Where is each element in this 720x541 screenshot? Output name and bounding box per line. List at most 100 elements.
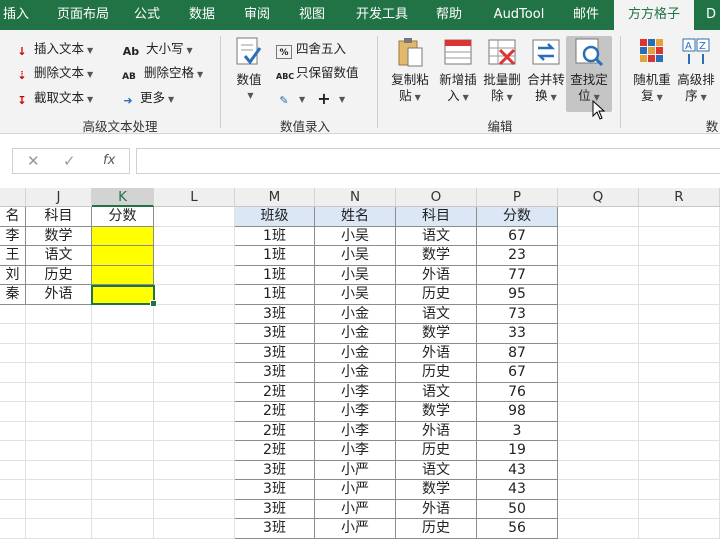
left-table-cell[interactable]: 数学	[26, 226, 92, 246]
right-table-cell[interactable]: 外语	[396, 499, 477, 519]
empty-cell[interactable]	[154, 285, 235, 305]
tab-page-layout[interactable]: 页面布局	[44, 0, 122, 30]
empty-cell[interactable]	[154, 519, 235, 539]
right-table-cell[interactable]: 历史	[396, 285, 477, 305]
right-table-cell[interactable]: 73	[477, 304, 558, 324]
right-table-cell[interactable]: 2班	[235, 382, 315, 402]
empty-cell[interactable]	[558, 441, 639, 461]
column-header-p[interactable]: P	[477, 188, 558, 207]
empty-cell[interactable]	[558, 402, 639, 422]
empty-cell[interactable]	[92, 460, 154, 480]
right-table-header-cell[interactable]: 班级	[235, 207, 315, 227]
right-table-cell[interactable]: 2班	[235, 441, 315, 461]
right-table-cell[interactable]: 3班	[235, 480, 315, 500]
delete-text-button[interactable]: ⇣ 删除文本 ▼	[14, 62, 93, 84]
column-header-n[interactable]: N	[315, 188, 396, 207]
tab-data[interactable]: 数据	[180, 0, 224, 30]
right-table-cell[interactable]: 小金	[315, 343, 396, 363]
empty-cell[interactable]	[639, 421, 720, 441]
keep-numbers-button[interactable]: ABC 只保留数值	[276, 62, 359, 84]
tab-mail[interactable]: 邮件	[566, 0, 606, 30]
add-button[interactable]: + ▼	[316, 87, 345, 109]
right-table-cell[interactable]: 语文	[396, 226, 477, 246]
right-table-cell[interactable]: 3	[477, 421, 558, 441]
right-table-cell[interactable]: 小李	[315, 441, 396, 461]
empty-cell[interactable]	[154, 304, 235, 324]
cancel-icon[interactable]: ✕	[27, 152, 40, 170]
empty-cell[interactable]	[0, 402, 26, 422]
right-table-cell[interactable]: 小严	[315, 499, 396, 519]
cut-text-button[interactable]: ↧ 截取文本 ▼	[14, 87, 93, 109]
empty-cell[interactable]	[154, 246, 235, 266]
right-table-cell[interactable]: 外语	[396, 265, 477, 285]
right-table-cell[interactable]: 2班	[235, 402, 315, 422]
right-table-cell[interactable]: 67	[477, 226, 558, 246]
empty-cell[interactable]	[154, 480, 235, 500]
empty-cell[interactable]	[154, 499, 235, 519]
empty-cell[interactable]	[26, 499, 92, 519]
empty-cell[interactable]	[558, 382, 639, 402]
empty-cell[interactable]	[639, 402, 720, 422]
tab-developer[interactable]: 开发工具	[346, 0, 418, 30]
empty-cell[interactable]	[26, 382, 92, 402]
empty-cell[interactable]	[639, 363, 720, 383]
right-table-cell[interactable]: 数学	[396, 246, 477, 266]
empty-cell[interactable]	[639, 382, 720, 402]
right-table-cell[interactable]: 小金	[315, 363, 396, 383]
empty-cell[interactable]	[639, 226, 720, 246]
empty-cell[interactable]	[154, 265, 235, 285]
empty-cell[interactable]	[92, 324, 154, 344]
left-table-cell[interactable]: 王	[0, 246, 26, 266]
round-button[interactable]: % 四舍五入	[276, 38, 346, 60]
empty-cell[interactable]	[558, 343, 639, 363]
right-table-cell[interactable]: 小李	[315, 382, 396, 402]
tab-overflow[interactable]: D	[702, 0, 720, 30]
right-table-header-cell[interactable]: 分数	[477, 207, 558, 227]
left-table-cell[interactable]: 秦	[0, 285, 26, 305]
right-table-header-cell[interactable]: 科目	[396, 207, 477, 227]
empty-cell[interactable]	[0, 421, 26, 441]
empty-cell[interactable]	[558, 363, 639, 383]
right-table-cell[interactable]: 小吴	[315, 226, 396, 246]
empty-cell[interactable]	[0, 441, 26, 461]
column-header-m[interactable]: M	[235, 188, 315, 207]
score-input-cell[interactable]	[92, 285, 154, 305]
empty-cell[interactable]	[0, 460, 26, 480]
right-table-cell[interactable]: 3班	[235, 519, 315, 539]
column-header-q[interactable]: Q	[558, 188, 639, 207]
right-table-cell[interactable]: 小金	[315, 324, 396, 344]
right-table-header-cell[interactable]: 姓名	[315, 207, 396, 227]
empty-cell[interactable]	[154, 324, 235, 344]
empty-cell[interactable]	[558, 499, 639, 519]
right-table-cell[interactable]: 小吴	[315, 285, 396, 305]
empty-cell[interactable]	[0, 324, 26, 344]
empty-cell[interactable]	[639, 480, 720, 500]
column-header-l[interactable]: L	[154, 188, 235, 207]
empty-cell[interactable]	[639, 324, 720, 344]
merge-convert-button[interactable]: 合并转 换 ▼	[520, 36, 572, 106]
empty-cell[interactable]	[26, 363, 92, 383]
left-table-cell[interactable]: 刘	[0, 265, 26, 285]
right-table-cell[interactable]: 3班	[235, 324, 315, 344]
empty-cell[interactable]	[558, 246, 639, 266]
value-button[interactable]: 数值 ▼	[230, 36, 268, 104]
empty-cell[interactable]	[639, 343, 720, 363]
empty-cell[interactable]	[0, 343, 26, 363]
right-table-cell[interactable]: 1班	[235, 285, 315, 305]
left-table-header-cell[interactable]: 名	[0, 207, 26, 227]
score-input-cell[interactable]	[92, 265, 154, 285]
left-table-header-cell[interactable]: 科目	[26, 207, 92, 227]
empty-cell[interactable]	[92, 519, 154, 539]
empty-cell[interactable]	[0, 363, 26, 383]
right-table-cell[interactable]: 小严	[315, 460, 396, 480]
right-table-cell[interactable]: 3班	[235, 499, 315, 519]
empty-cell[interactable]	[0, 480, 26, 500]
tab-formulas[interactable]: 公式	[126, 0, 168, 30]
empty-cell[interactable]	[558, 519, 639, 539]
empty-cell[interactable]	[154, 421, 235, 441]
right-table-cell[interactable]: 67	[477, 363, 558, 383]
score-input-cell[interactable]	[92, 226, 154, 246]
right-table-cell[interactable]: 外语	[396, 421, 477, 441]
left-table-header-cell[interactable]: 分数	[92, 207, 154, 227]
right-table-cell[interactable]: 语文	[396, 460, 477, 480]
